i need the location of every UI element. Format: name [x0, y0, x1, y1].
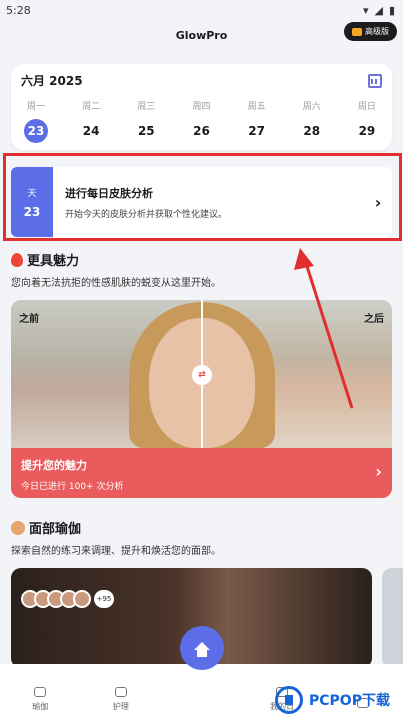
yoga-icon	[11, 520, 25, 535]
day-number[interactable]: 27	[245, 119, 269, 143]
arrow-head	[294, 248, 314, 270]
day-number-selected[interactable]: 23	[24, 119, 48, 143]
premium-label: 高级版	[365, 27, 389, 36]
status-bar: 5:28 ▾ ◢ ▮	[0, 0, 403, 20]
day-monday[interactable]: 周一 23	[23, 99, 49, 143]
calendar-month: 六月 2025	[21, 74, 83, 88]
avatar-group: +95	[21, 590, 114, 608]
day-number[interactable]: 26	[189, 119, 213, 143]
week-row: 周一 23 周二 24 周三 25 周四 26 周五 27 周六 28 周日 29	[11, 89, 392, 143]
calendar-header: 六月 2025	[11, 64, 392, 89]
day-number[interactable]: 29	[355, 119, 379, 143]
day-name: 周一	[26, 102, 45, 112]
nav-yoga[interactable]: 瑜伽	[10, 687, 70, 712]
beauty-cta-title: 提升您的魅力	[21, 459, 87, 472]
status-time: 5:28	[6, 3, 31, 17]
home-icon	[194, 642, 210, 657]
chat-icon	[34, 687, 47, 697]
day-name: 周五	[247, 102, 266, 112]
battery-icon: ▮	[388, 3, 395, 17]
beauty-cta-subtitle: 今日已进行 100+ 次分析	[21, 482, 124, 492]
premium-button[interactable]: 高级版	[344, 22, 397, 41]
day-friday[interactable]: 周五 27	[244, 99, 270, 143]
watermark-logo	[275, 686, 303, 714]
before-label: 之前	[19, 314, 39, 325]
yoga-section-title: 面部瑜伽	[11, 518, 81, 537]
beauty-card[interactable]: ⇄ 之前 之后 提升您的魅力 今日已进行 100+ 次分析 ›	[11, 300, 392, 498]
highlight-annotation-box	[3, 153, 402, 241]
chevron-right-icon: ›	[375, 462, 382, 481]
nav-label: 护理	[112, 702, 129, 711]
watermark-text: PCPOP下载	[309, 693, 390, 709]
day-number[interactable]: 24	[79, 119, 103, 143]
yoga-title-text: 面部瑜伽	[29, 522, 82, 537]
wifi-icon: ▾	[362, 3, 369, 17]
beauty-subtitle: 您向着无法抗拒的性感肌肤的蜕变从这里开始。	[11, 278, 221, 289]
day-thursday[interactable]: 周四 26	[188, 99, 214, 143]
avatar-count: +95	[94, 590, 114, 608]
app-title: GlowPro	[175, 28, 228, 42]
day-sunday[interactable]: 周日 29	[354, 99, 380, 143]
mask-icon	[114, 687, 127, 697]
beauty-section-title: 更具魅力	[11, 250, 79, 269]
day-number[interactable]: 28	[300, 119, 324, 143]
after-label: 之后	[364, 314, 384, 325]
day-name: 周四	[192, 102, 211, 112]
app-bar: GlowPro 高级版	[0, 20, 403, 50]
comparison-slider-handle[interactable]: ⇄	[192, 365, 212, 385]
day-number[interactable]: 25	[134, 119, 158, 143]
signal-icon: ◢	[374, 3, 383, 17]
day-name: 周二	[82, 102, 101, 112]
crown-icon	[352, 27, 362, 36]
fire-icon	[11, 252, 23, 267]
nav-care[interactable]: 护理	[91, 687, 151, 712]
day-wednesday[interactable]: 周三 25	[133, 99, 159, 143]
avatar	[73, 590, 91, 608]
nav-label: 瑜伽	[32, 702, 49, 711]
watermark: PCPOP下载	[275, 683, 401, 717]
day-name: 周日	[357, 102, 376, 112]
beauty-cta[interactable]: 提升您的魅力 今日已进行 100+ 次分析 ›	[11, 448, 392, 498]
home-button[interactable]	[180, 626, 224, 670]
day-tuesday[interactable]: 周二 24	[78, 99, 104, 143]
day-saturday[interactable]: 周六 28	[299, 99, 325, 143]
calendar-icon[interactable]	[368, 73, 382, 88]
calendar-card: 六月 2025 周一 23 周二 24 周三 25 周四 26 周五 27 周六 28 周日…	[11, 64, 392, 150]
yoga-card-next[interactable]	[382, 568, 403, 668]
day-name: 周三	[137, 102, 156, 112]
yoga-subtitle: 探索自然的练习来调理、提升和焕活您的面部。	[11, 546, 221, 557]
status-icons: ▾ ◢ ▮	[363, 4, 395, 17]
day-name: 周六	[302, 102, 321, 112]
beauty-title-text: 更具魅力	[27, 254, 80, 269]
